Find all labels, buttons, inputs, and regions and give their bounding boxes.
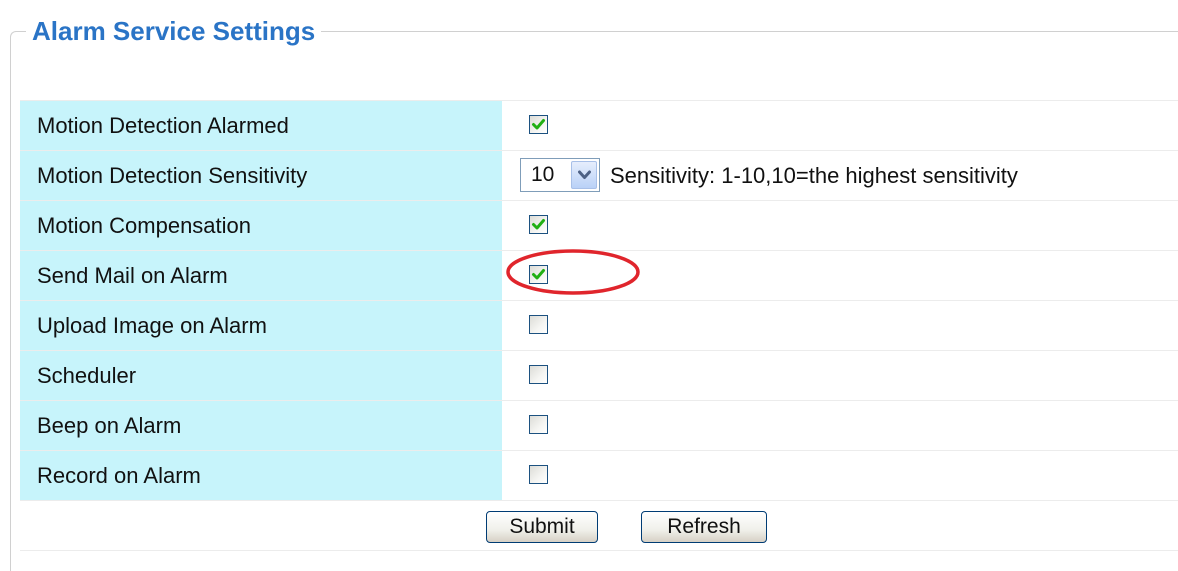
checkmark-icon [532, 119, 545, 130]
setting-label: Send Mail on Alarm [20, 251, 502, 300]
setting-value [502, 451, 1178, 500]
chevron-down-icon[interactable] [571, 161, 597, 189]
setting-value [502, 201, 1178, 250]
upload-image-on-alarm-checkbox[interactable] [529, 315, 548, 334]
setting-label: Motion Detection Sensitivity [20, 151, 502, 200]
setting-row-motion-detection-sensitivity: Motion Detection Sensitivity 10 Sensitiv… [20, 151, 1178, 201]
setting-row-upload-image-on-alarm: Upload Image on Alarm [20, 301, 1178, 351]
sensitivity-select[interactable]: 10 [520, 158, 600, 192]
setting-value [502, 101, 1178, 150]
setting-value [502, 301, 1178, 350]
setting-value [502, 251, 1178, 300]
refresh-button[interactable]: Refresh [641, 511, 767, 543]
motion-detection-alarmed-checkbox[interactable] [529, 115, 548, 134]
record-on-alarm-checkbox[interactable] [529, 465, 548, 484]
sensitivity-selected-value: 10 [531, 163, 555, 186]
action-buttons-row: Submit Refresh [20, 501, 1178, 551]
beep-on-alarm-checkbox[interactable] [529, 415, 548, 434]
setting-value: 10 Sensitivity: 1-10,10=the highest sens… [502, 151, 1178, 200]
setting-row-send-mail-on-alarm: Send Mail on Alarm [20, 251, 1178, 301]
motion-compensation-checkbox[interactable] [529, 215, 548, 234]
setting-label: Scheduler [20, 351, 502, 400]
setting-row-motion-compensation: Motion Compensation [20, 201, 1178, 251]
section-title: Alarm Service Settings [26, 14, 322, 48]
setting-label: Record on Alarm [20, 451, 502, 500]
sensitivity-hint: Sensitivity: 1-10,10=the highest sensiti… [610, 163, 1018, 188]
setting-label: Motion Compensation [20, 201, 502, 250]
setting-label: Motion Detection Alarmed [20, 101, 502, 150]
setting-row-beep-on-alarm: Beep on Alarm [20, 401, 1178, 451]
spacer-row [20, 50, 1178, 101]
setting-label: Beep on Alarm [20, 401, 502, 450]
setting-label: Upload Image on Alarm [20, 301, 502, 350]
setting-row-record-on-alarm: Record on Alarm [20, 451, 1178, 501]
setting-value [502, 401, 1178, 450]
checkmark-icon [532, 219, 545, 230]
setting-row-scheduler: Scheduler [20, 351, 1178, 401]
scheduler-checkbox[interactable] [529, 365, 548, 384]
setting-value [502, 351, 1178, 400]
send-mail-on-alarm-checkbox[interactable] [529, 265, 548, 284]
submit-button[interactable]: Submit [486, 511, 598, 543]
setting-row-motion-detection-alarmed: Motion Detection Alarmed [20, 101, 1178, 151]
checkmark-icon [532, 269, 545, 280]
